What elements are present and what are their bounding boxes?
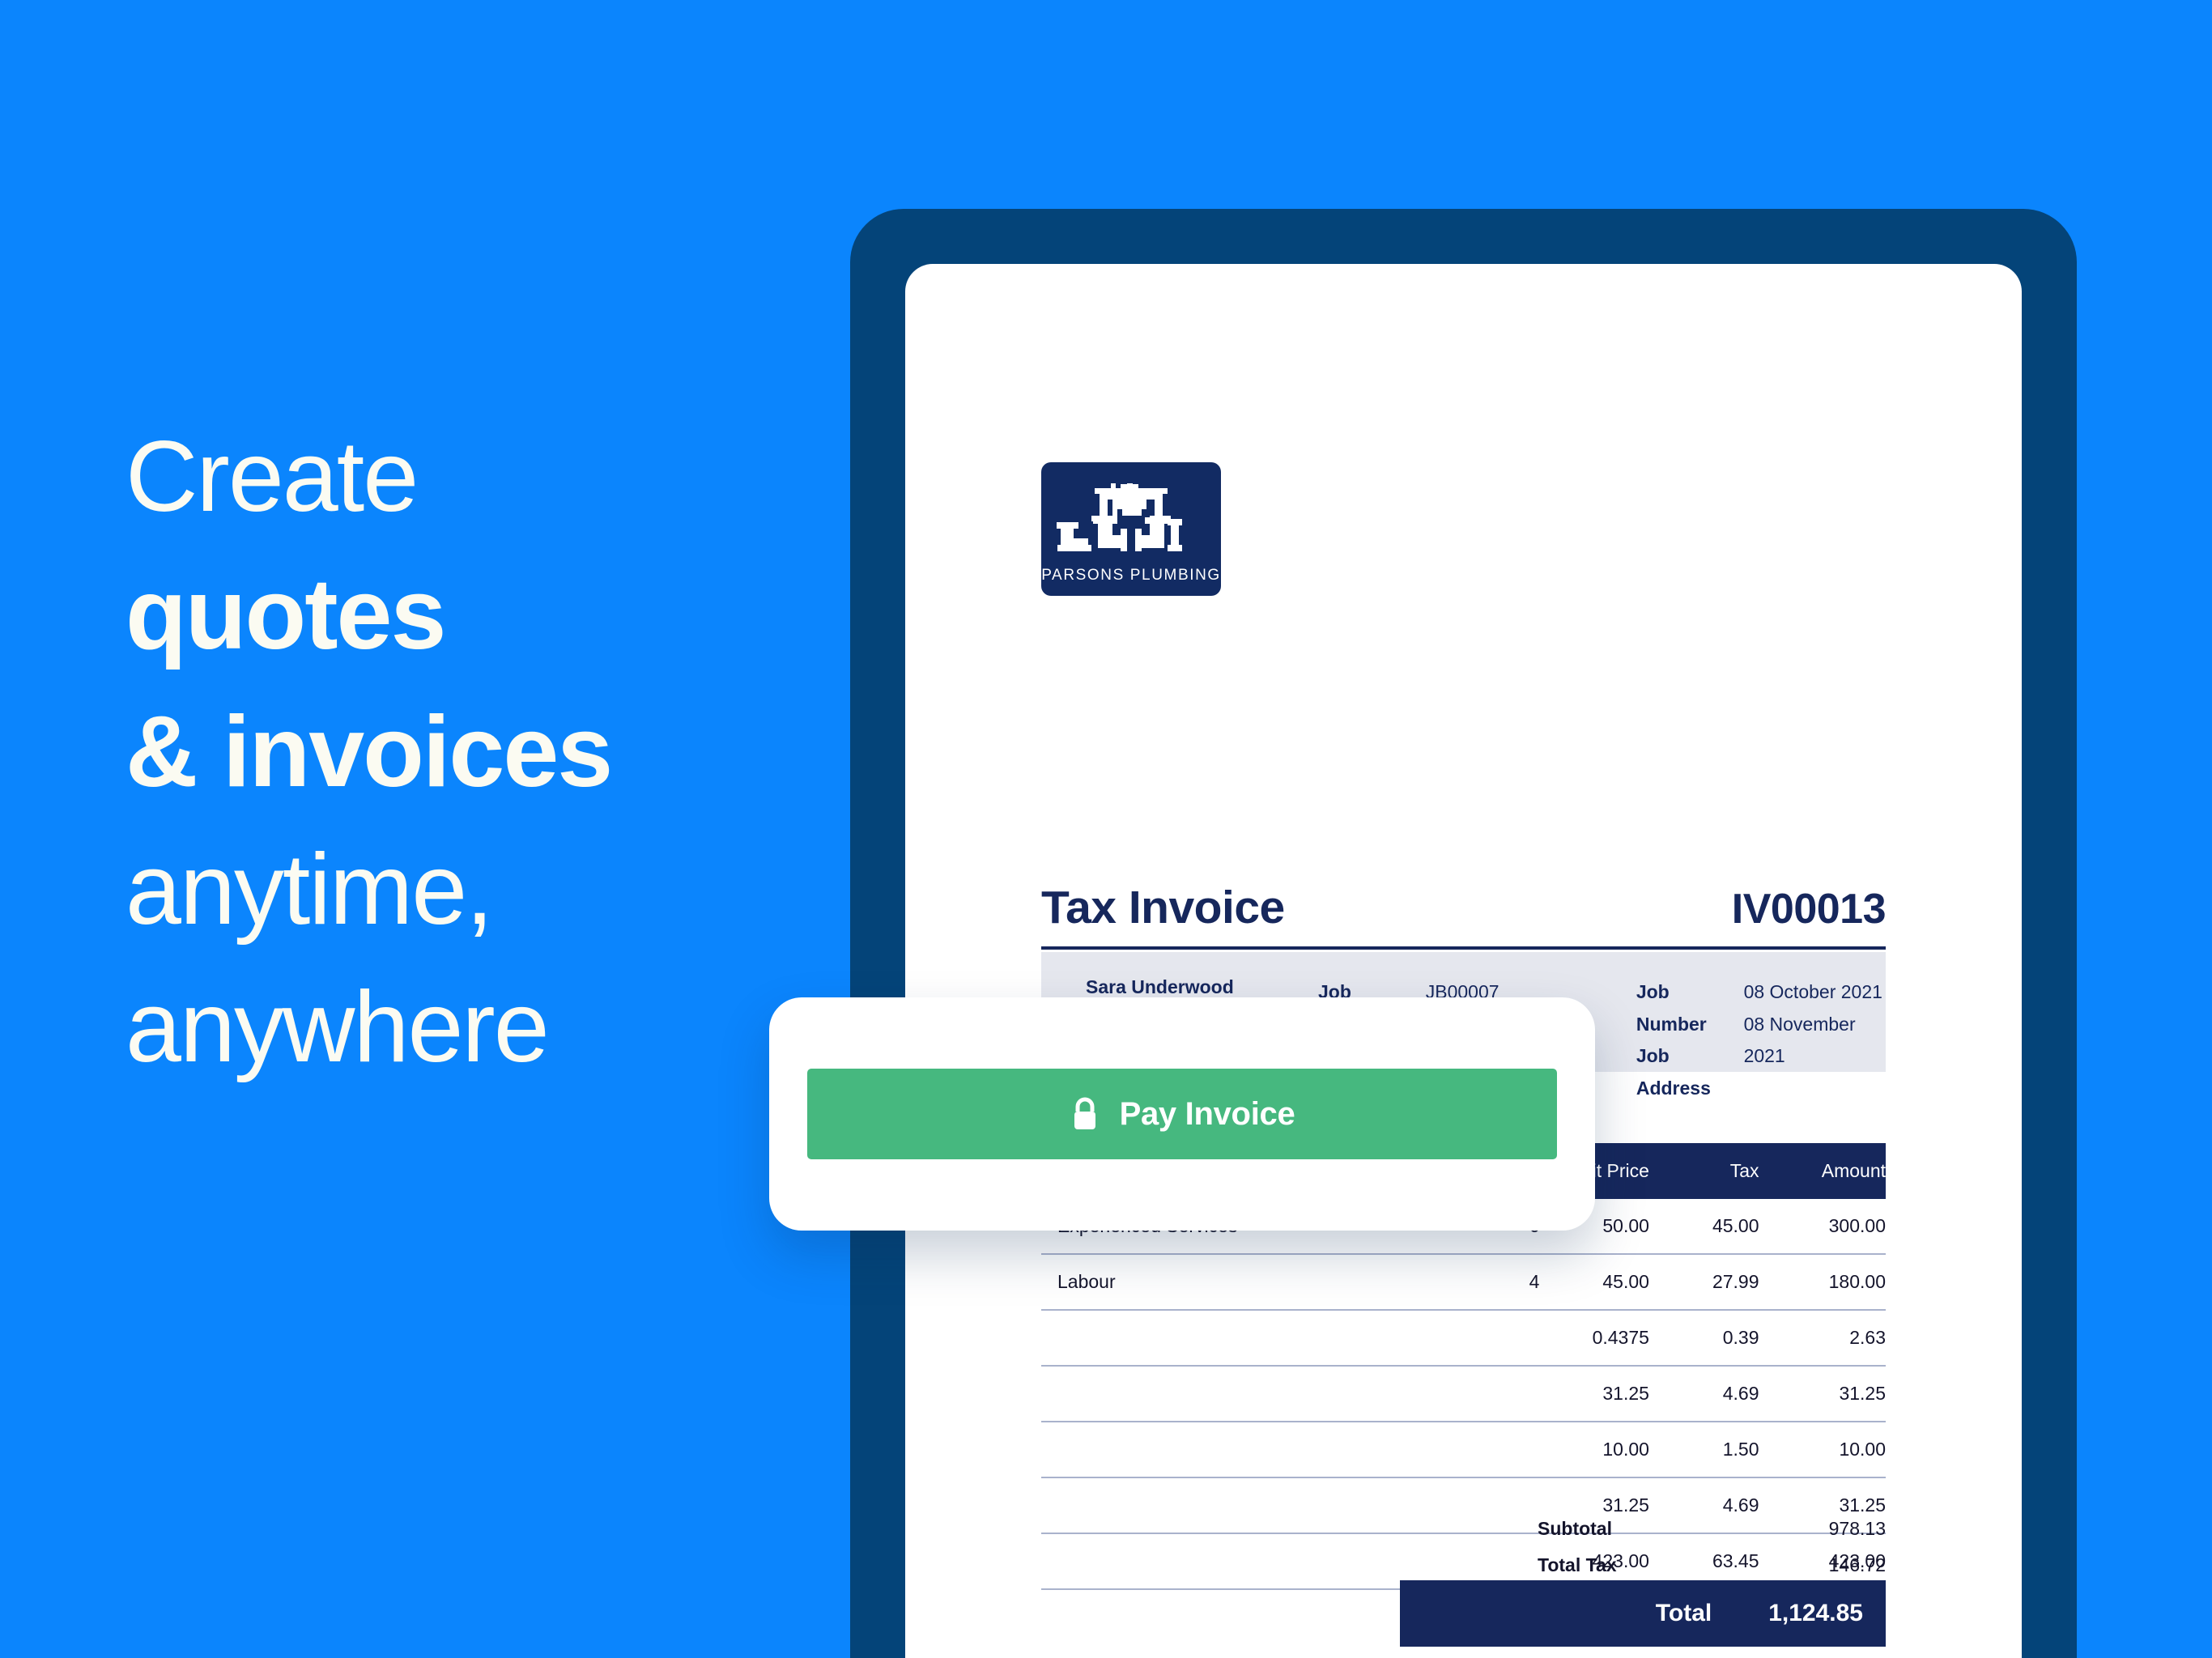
- cell-tax: 27.99: [1648, 1254, 1759, 1311]
- headline-line-4: anytime,: [125, 833, 494, 946]
- cell-amount: 300.00: [1759, 1199, 1886, 1255]
- meta-right-labels: Job Number Job Address: [1636, 976, 1744, 1104]
- table-row: Labour 4 45.00 27.99 180.00: [1041, 1254, 1886, 1311]
- cell-unit-price: 45.00: [1539, 1254, 1649, 1311]
- total-bar: Total 1,124.85: [1400, 1580, 1886, 1647]
- meta-right-values: 08 October 2021 08 November 2021: [1744, 976, 1886, 1073]
- title-divider: [1041, 946, 1886, 950]
- table-row: 10.00 1.50 10.00: [1041, 1422, 1886, 1478]
- th-tax: Tax: [1648, 1143, 1759, 1199]
- cell-quantity: [1429, 1422, 1540, 1478]
- customer-name: Sara Underwood: [1086, 976, 1234, 997]
- pay-invoice-button[interactable]: Pay Invoice: [807, 1069, 1557, 1159]
- invoice-title-row: Tax Invoice IV00013: [1041, 881, 1887, 934]
- cell-tax: 1.50: [1648, 1422, 1759, 1478]
- page-title: Tax Invoice: [1041, 882, 1285, 933]
- cell-unit-price: 10.00: [1539, 1422, 1649, 1478]
- subtotal-value: 978.13: [1828, 1518, 1886, 1539]
- invoice-number: IV00013: [1731, 886, 1887, 933]
- cell-amount: 31.25: [1759, 1366, 1886, 1422]
- company-logo: PARSONS PLUMBING: [1041, 462, 1221, 596]
- subtotal-label: Subtotal: [1538, 1518, 1612, 1539]
- cell-tax: 4.69: [1648, 1366, 1759, 1422]
- meta-label-job-address-2: Job Address: [1636, 1045, 1711, 1099]
- headline-line-5: anywhere: [125, 971, 550, 1083]
- subtotal-row: Subtotal 978.13: [1538, 1511, 1886, 1547]
- company-name: PARSONS PLUMBING: [1041, 567, 1221, 584]
- cell-quantity: 4: [1429, 1254, 1540, 1311]
- cell-description: Labour: [1041, 1254, 1430, 1311]
- cell-tax: 0.39: [1648, 1310, 1759, 1367]
- cell-description: [1041, 1310, 1430, 1367]
- cell-amount: 180.00: [1759, 1254, 1886, 1311]
- cell-description: [1041, 1422, 1430, 1478]
- lock-icon: [1074, 1097, 1095, 1129]
- headline-line-1: Create: [125, 421, 419, 533]
- promo-screenshot: Create quotes & invoices anytime, anywhe…: [0, 0, 2212, 1658]
- total-label: Total: [1655, 1600, 1712, 1626]
- headline-line-3: & invoices: [125, 695, 613, 808]
- table-row: 0.4375 0.39 2.63: [1041, 1310, 1886, 1367]
- table-row: 31.25 4.69 31.25: [1041, 1366, 1886, 1422]
- marketing-headline: Create quotes & invoices anytime, anywhe…: [125, 409, 789, 1096]
- headline-line-2: quotes: [125, 558, 446, 670]
- meta-label-job-number-2: Job Number: [1636, 981, 1707, 1035]
- cell-description: [1041, 1477, 1430, 1534]
- pay-invoice-label: Pay Invoice: [1119, 1095, 1295, 1132]
- cell-quantity: [1429, 1366, 1540, 1422]
- meta-value-issue-date: 08 October 2021: [1743, 981, 1882, 1002]
- pipes-icon: [1057, 483, 1182, 551]
- total-tax-value: 146.72: [1828, 1554, 1886, 1575]
- cell-unit-price: 0.4375: [1539, 1310, 1649, 1367]
- totals-block: Subtotal 978.13 Total Tax 146.72: [1538, 1511, 1886, 1584]
- cell-description: [1041, 1366, 1430, 1422]
- meta-value-due-date: 08 November 2021: [1743, 1013, 1856, 1067]
- total-tax-label: Total Tax: [1538, 1554, 1617, 1575]
- tablet-screen: PARSONS PLUMBING Tax Invoice IV00013 Sar…: [905, 264, 2022, 1658]
- total-tax-row: Total Tax 146.72: [1538, 1547, 1886, 1584]
- tablet-device: PARSONS PLUMBING Tax Invoice IV00013 Sar…: [850, 209, 2077, 1658]
- pay-invoice-card: Pay Invoice: [769, 997, 1595, 1231]
- cell-amount: 2.63: [1759, 1310, 1886, 1367]
- cell-unit-price: 31.25: [1539, 1366, 1649, 1422]
- invoice-document: PARSONS PLUMBING Tax Invoice IV00013 Sar…: [905, 264, 2022, 1658]
- cell-amount: 10.00: [1759, 1422, 1886, 1478]
- cell-quantity: [1429, 1477, 1540, 1534]
- total-value: 1,124.85: [1768, 1600, 1863, 1626]
- cell-description: [1041, 1533, 1430, 1590]
- cell-quantity: [1429, 1310, 1540, 1367]
- cell-tax: 45.00: [1648, 1199, 1759, 1255]
- th-amount: Amount: [1759, 1143, 1886, 1199]
